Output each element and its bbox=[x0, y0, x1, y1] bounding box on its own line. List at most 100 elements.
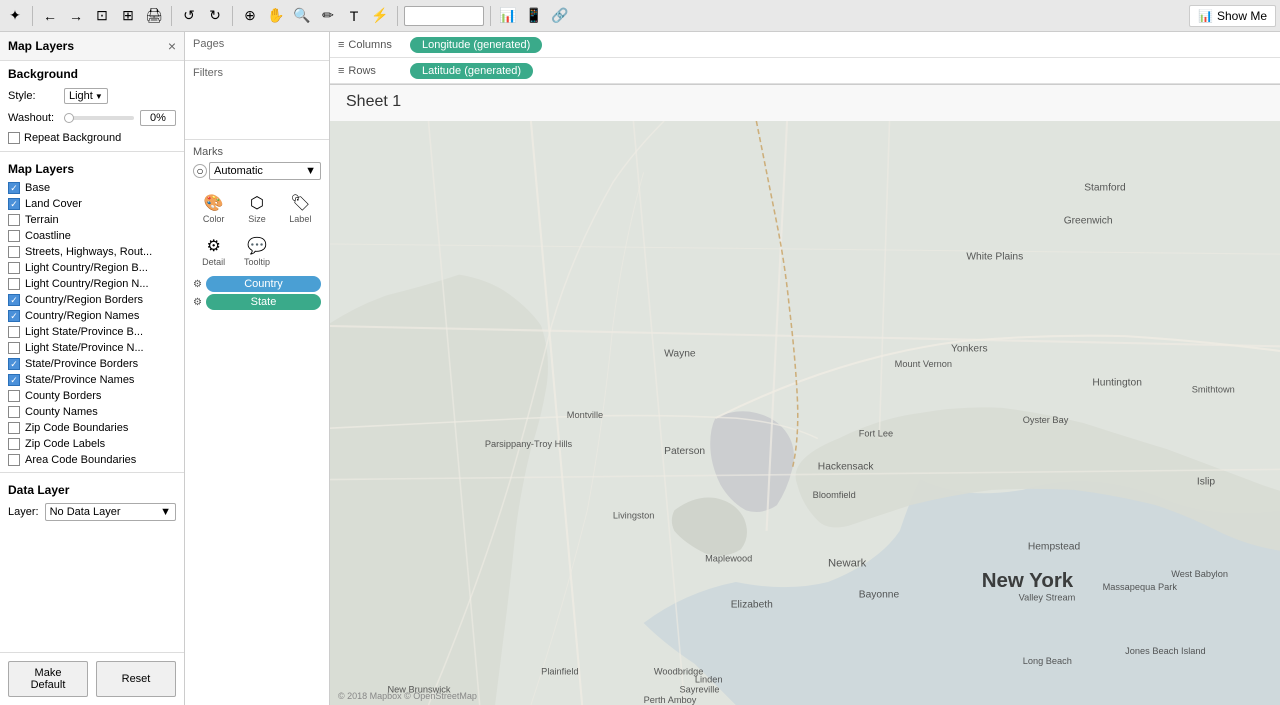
layer-checkbox-state_province_borders[interactable] bbox=[8, 358, 20, 370]
columns-shelf: ≡ Columns Longitude (generated) bbox=[330, 32, 1280, 58]
highlight-icon[interactable]: ⚡ bbox=[369, 5, 391, 27]
layer-checkbox-zip_code_labels[interactable] bbox=[8, 438, 20, 450]
color-button[interactable]: 🎨 Color bbox=[193, 188, 234, 229]
layer-item-country_region_borders[interactable]: Country/Region Borders bbox=[0, 292, 184, 308]
back-icon[interactable]: ← bbox=[39, 5, 61, 27]
layer-checkbox-coastline[interactable] bbox=[8, 230, 20, 242]
print-icon[interactable]: 🖨 bbox=[143, 5, 165, 27]
color-label: Color bbox=[203, 214, 225, 224]
layer-label-zip_code_boundaries: Zip Code Boundaries bbox=[25, 422, 128, 434]
layer-label-light_country_n: Light Country/Region N... bbox=[25, 278, 149, 290]
layer-item-base[interactable]: Base bbox=[0, 180, 184, 196]
svg-text:Islip: Islip bbox=[1197, 477, 1216, 488]
layer-checkbox-county_borders[interactable] bbox=[8, 390, 20, 402]
svg-text:Oyster Bay: Oyster Bay bbox=[1023, 415, 1069, 425]
device-icon[interactable]: 📱 bbox=[523, 5, 545, 27]
style-dropdown[interactable]: Light ▼ bbox=[64, 88, 108, 104]
marks-type-dropdown[interactable]: Automatic ▼ bbox=[209, 162, 321, 180]
layer-checkbox-base[interactable] bbox=[8, 182, 20, 194]
forward-icon[interactable]: → bbox=[65, 5, 87, 27]
text-icon[interactable]: T bbox=[343, 5, 365, 27]
zoom-icon[interactable]: 🔍 bbox=[291, 5, 313, 27]
layer-item-country_region_names[interactable]: Country/Region Names bbox=[0, 308, 184, 324]
show-me-button[interactable]: 📊 Show Me bbox=[1189, 5, 1276, 27]
layer-item-zip_code_boundaries[interactable]: Zip Code Boundaries bbox=[0, 420, 184, 436]
layer-label-coastline: Coastline bbox=[25, 230, 71, 242]
marks-section: Marks ○ Automatic ▼ 🎨 Color ⬡ Size 🏷 bbox=[185, 140, 329, 318]
layer-item-state_province_names[interactable]: State/Province Names bbox=[0, 372, 184, 388]
layer-item-area_code_boundaries[interactable]: Area Code Boundaries bbox=[0, 452, 184, 468]
layer-checkbox-light_state_b[interactable] bbox=[8, 326, 20, 338]
repeat-background-checkbox[interactable] bbox=[8, 132, 20, 144]
layer-label-state_province_names: State/Province Names bbox=[25, 374, 134, 386]
label-button[interactable]: 🏷 Label bbox=[280, 188, 321, 229]
tableau-logo-icon[interactable]: ✦ bbox=[4, 5, 26, 27]
rows-text: Rows bbox=[348, 65, 376, 77]
select-icon[interactable]: ⊕ bbox=[239, 5, 261, 27]
layer-checkbox-zip_code_boundaries[interactable] bbox=[8, 422, 20, 434]
layer-item-coastline[interactable]: Coastline bbox=[0, 228, 184, 244]
marks-type-row: ○ Automatic ▼ bbox=[189, 162, 325, 180]
size-button[interactable]: ⬡ Size bbox=[236, 188, 277, 229]
field-dropdown[interactable] bbox=[404, 6, 484, 26]
svg-text:Bloomfield: Bloomfield bbox=[813, 490, 856, 500]
layer-item-state_province_borders[interactable]: State/Province Borders bbox=[0, 356, 184, 372]
layer-item-light_state_b[interactable]: Light State/Province B... bbox=[0, 324, 184, 340]
layer-checkbox-area_code_boundaries[interactable] bbox=[8, 454, 20, 466]
detail-label: Detail bbox=[202, 257, 225, 267]
layer-item-light_country_b[interactable]: Light Country/Region B... bbox=[0, 260, 184, 276]
layer-dropdown[interactable]: No Data Layer ▼ bbox=[45, 503, 176, 521]
layer-checkbox-light_country_n[interactable] bbox=[8, 278, 20, 290]
toolbar-sep-5 bbox=[490, 6, 491, 26]
tooltip-button[interactable]: 💬 Tooltip bbox=[236, 231, 277, 272]
chart-icon[interactable]: 📊 bbox=[497, 5, 519, 27]
layer-item-terrain[interactable]: Terrain bbox=[0, 212, 184, 228]
washout-input[interactable]: 0% bbox=[140, 110, 176, 126]
layer-checkbox-light_state_n[interactable] bbox=[8, 342, 20, 354]
country-pill[interactable]: Country bbox=[206, 276, 321, 292]
filters-title: Filters bbox=[193, 67, 321, 79]
layer-checkbox-country_region_names[interactable] bbox=[8, 310, 20, 322]
redo-icon[interactable]: ↻ bbox=[204, 5, 226, 27]
layer-item-county_borders[interactable]: County Borders bbox=[0, 388, 184, 404]
layer-checkbox-country_region_borders[interactable] bbox=[8, 294, 20, 306]
layer-label-county_borders: County Borders bbox=[25, 390, 101, 402]
marks-type-icon: ○ bbox=[193, 164, 207, 178]
layer-checkbox-light_country_b[interactable] bbox=[8, 262, 20, 274]
pan-icon[interactable]: ✋ bbox=[265, 5, 287, 27]
washout-thumb[interactable] bbox=[64, 113, 74, 123]
washout-slider[interactable] bbox=[64, 116, 134, 120]
reset-button[interactable]: Reset bbox=[96, 661, 176, 697]
make-default-button[interactable]: Make Default bbox=[8, 661, 88, 697]
repeat-background-label: Repeat Background bbox=[24, 132, 121, 144]
share-icon[interactable]: 🔗 bbox=[549, 5, 571, 27]
layer-checkbox-state_province_names[interactable] bbox=[8, 374, 20, 386]
size-icon: ⬡ bbox=[250, 193, 264, 213]
close-icon[interactable]: × bbox=[168, 38, 176, 54]
layer-checkbox-terrain[interactable] bbox=[8, 214, 20, 226]
detail-button[interactable]: ⚙ Detail bbox=[193, 231, 234, 272]
layer-checkbox-county_names[interactable] bbox=[8, 406, 20, 418]
svg-text:Maplewood: Maplewood bbox=[705, 554, 752, 564]
map-container[interactable]: New York Newark Paterson Wayne Yonkers H… bbox=[330, 121, 1280, 705]
undo-icon[interactable]: ↺ bbox=[178, 5, 200, 27]
svg-text:Woodbridge: Woodbridge bbox=[654, 666, 704, 676]
layer-item-county_names[interactable]: County Names bbox=[0, 404, 184, 420]
layer-item-light_country_n[interactable]: Light Country/Region N... bbox=[0, 276, 184, 292]
save-icon[interactable]: ⊡ bbox=[91, 5, 113, 27]
layer-item-streets[interactable]: Streets, Highways, Rout... bbox=[0, 244, 184, 260]
state-pill[interactable]: State bbox=[206, 294, 321, 310]
svg-text:Smithtown: Smithtown bbox=[1192, 385, 1235, 395]
layer-checkbox-land_cover[interactable] bbox=[8, 198, 20, 210]
save-as-icon[interactable]: ⊞ bbox=[117, 5, 139, 27]
layer-item-zip_code_labels[interactable]: Zip Code Labels bbox=[0, 436, 184, 452]
columns-value-pill[interactable]: Longitude (generated) bbox=[410, 37, 542, 53]
layer-checkbox-streets[interactable] bbox=[8, 246, 20, 258]
rows-value-pill[interactable]: Latitude (generated) bbox=[410, 63, 533, 79]
svg-text:Plainfield: Plainfield bbox=[541, 666, 578, 676]
layer-item-light_state_n[interactable]: Light State/Province N... bbox=[0, 340, 184, 356]
layer-item-land_cover[interactable]: Land Cover bbox=[0, 196, 184, 212]
svg-text:Massapequa Park: Massapequa Park bbox=[1103, 582, 1178, 592]
chevron-down-icon: ▼ bbox=[160, 506, 171, 518]
annotate-icon[interactable]: ✏ bbox=[317, 5, 339, 27]
